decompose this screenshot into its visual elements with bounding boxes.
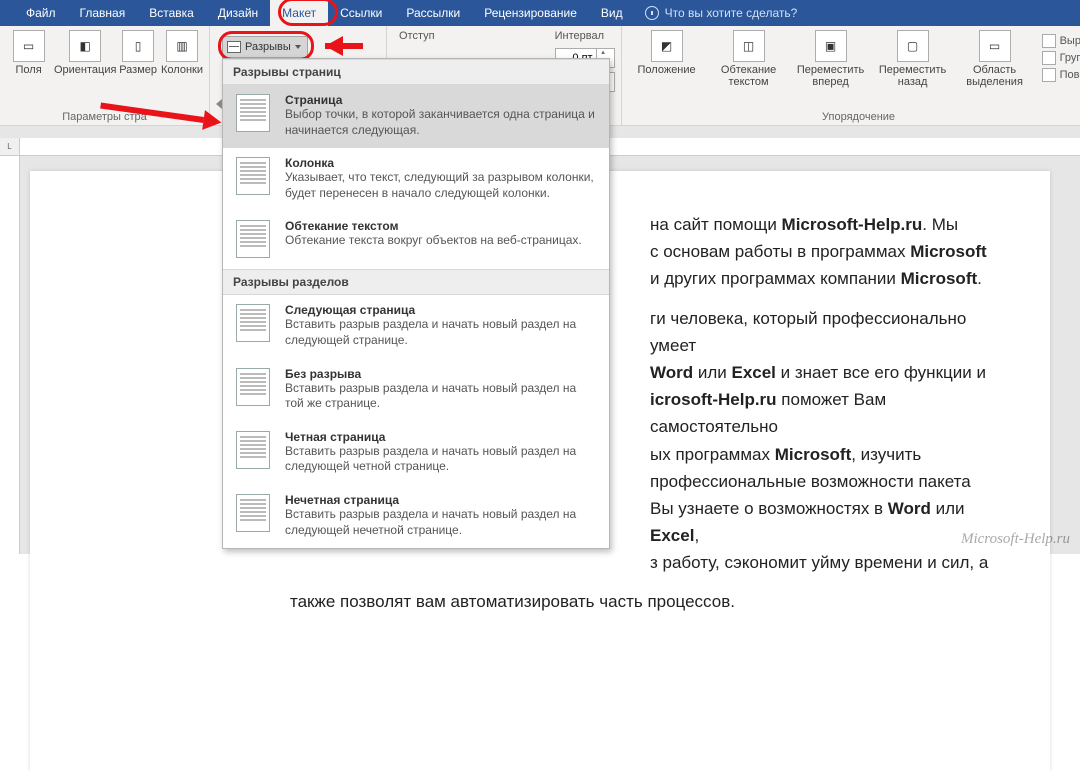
bring-forward-icon: ▣ bbox=[815, 30, 847, 62]
indent-label: Отступ bbox=[399, 30, 435, 42]
arrange-small-buttons: Выр Груп Пове bbox=[1038, 30, 1080, 82]
column-break-icon bbox=[235, 156, 271, 196]
nextpage-break-icon bbox=[235, 303, 271, 343]
tab-mailings[interactable]: Рассылки bbox=[394, 0, 472, 26]
align-icon bbox=[1042, 34, 1056, 48]
selection-icon: ▭ bbox=[979, 30, 1011, 62]
tab-insert[interactable]: Вставка bbox=[137, 0, 206, 26]
break-textwrap-item[interactable]: Обтекание текстом Обтекание текста вокру… bbox=[223, 211, 609, 269]
break-page-item[interactable]: Страница Выбор точки, в которой заканчив… bbox=[223, 85, 609, 148]
orientation-label: Ориентация bbox=[54, 64, 116, 76]
tab-view[interactable]: Вид bbox=[589, 0, 635, 26]
align-button[interactable]: Выр bbox=[1042, 34, 1080, 48]
tell-me-label: Что вы хотите сделать? bbox=[665, 6, 798, 20]
tab-references[interactable]: Ссылки bbox=[328, 0, 394, 26]
size-icon: ▯ bbox=[122, 30, 154, 62]
break-nextpage-item[interactable]: Следующая страница Вставить разрыв разде… bbox=[223, 295, 609, 358]
break-continuous-item[interactable]: Без разрыва Вставить разрыв раздела и на… bbox=[223, 359, 609, 422]
textwrap-break-icon bbox=[235, 219, 271, 259]
tab-design[interactable]: Дизайн bbox=[206, 0, 270, 26]
break-column-title: Колонка bbox=[285, 156, 597, 170]
breaks-icon bbox=[227, 41, 241, 53]
indent-group: Отступ bbox=[399, 30, 435, 44]
break-textwrap-title: Обтекание текстом bbox=[285, 219, 582, 233]
tab-layout[interactable]: Макет bbox=[270, 0, 328, 26]
break-page-desc: Выбор точки, в которой заканчивается одн… bbox=[285, 107, 597, 138]
break-textwrap-desc: Обтекание текста вокруг объектов на веб-… bbox=[285, 233, 582, 249]
columns-label: Колонки bbox=[161, 64, 203, 76]
break-nextpage-desc: Вставить разрыв раздела и начать новый р… bbox=[285, 317, 597, 348]
margins-button[interactable]: ▭ Поля bbox=[6, 30, 51, 76]
tell-me[interactable]: Что вы хотите сделать? bbox=[645, 0, 798, 26]
page-breaks-section: Разрывы страниц bbox=[223, 59, 609, 85]
break-column-desc: Указывает, что текст, следующий за разры… bbox=[285, 170, 597, 201]
break-odd-title: Нечетная страница bbox=[285, 493, 597, 507]
size-label: Размер bbox=[119, 64, 157, 76]
break-even-title: Четная страница bbox=[285, 430, 597, 444]
evenpage-break-icon bbox=[235, 430, 271, 470]
oddpage-break-icon bbox=[235, 493, 271, 533]
orientation-button[interactable]: ◧ Ориентация bbox=[55, 30, 115, 76]
break-column-item[interactable]: Колонка Указывает, что текст, следующий … bbox=[223, 148, 609, 211]
send-backward-button[interactable]: ▢ Переместить назад bbox=[874, 30, 952, 88]
group-icon bbox=[1042, 51, 1056, 65]
bring-forward-label: Переместить вперед bbox=[792, 64, 870, 88]
bring-forward-button[interactable]: ▣ Переместить вперед bbox=[792, 30, 870, 88]
selection-pane-label: Область выделения bbox=[956, 64, 1034, 88]
columns-button[interactable]: ▥ Колонки bbox=[161, 30, 203, 76]
columns-icon: ▥ bbox=[166, 30, 198, 62]
break-continuous-title: Без разрыва bbox=[285, 367, 597, 381]
selection-pane-button[interactable]: ▭ Область выделения bbox=[956, 30, 1034, 88]
margins-label: Поля bbox=[16, 64, 42, 76]
continuous-break-icon bbox=[235, 367, 271, 407]
group-button[interactable]: Груп bbox=[1042, 51, 1080, 65]
size-button[interactable]: ▯ Размер bbox=[119, 30, 157, 76]
section-breaks-section: Разрывы разделов bbox=[223, 269, 609, 295]
tab-file[interactable]: Файл bbox=[14, 0, 68, 26]
break-continuous-desc: Вставить разрыв раздела и начать новый р… bbox=[285, 381, 597, 412]
arrange-group-label: Упорядочение bbox=[628, 110, 1080, 124]
watermark: Microsoft-Help.ru bbox=[961, 531, 1070, 548]
break-nextpage-title: Следующая страница bbox=[285, 303, 597, 317]
orientation-icon: ◧ bbox=[69, 30, 101, 62]
send-backward-icon: ▢ bbox=[897, 30, 929, 62]
rotate-icon bbox=[1042, 68, 1056, 82]
breaks-split-button[interactable]: Разрывы bbox=[222, 36, 308, 58]
break-odd-item[interactable]: Нечетная страница Вставить разрыв раздел… bbox=[223, 485, 609, 548]
ribbon-tabs: Файл Главная Вставка Дизайн Макет Ссылки… bbox=[0, 0, 1080, 26]
pointer-icon bbox=[216, 99, 222, 109]
send-backward-label: Переместить назад bbox=[874, 64, 952, 88]
rotate-button[interactable]: Пове bbox=[1042, 68, 1080, 82]
position-label: Положение bbox=[638, 64, 696, 76]
position-icon: ◩ bbox=[651, 30, 683, 62]
break-page-title: Страница bbox=[285, 93, 597, 107]
wrap-text-label: Обтекание текстом bbox=[710, 64, 788, 88]
spacing-label: Интервал bbox=[555, 30, 615, 42]
page-setup-group-label: Параметры стра bbox=[6, 110, 203, 124]
chevron-down-icon bbox=[295, 45, 301, 49]
breaks-dropdown: Разрывы страниц Страница Выбор точки, в … bbox=[222, 58, 610, 549]
ruler-corner: L bbox=[0, 138, 20, 156]
wrap-text-button[interactable]: ◫ Обтекание текстом bbox=[710, 30, 788, 88]
break-even-item[interactable]: Четная страница Вставить разрыв раздела … bbox=[223, 422, 609, 485]
page-break-icon bbox=[235, 93, 271, 133]
page-icon: ▭ bbox=[13, 30, 45, 62]
lightbulb-icon bbox=[645, 6, 659, 20]
position-button[interactable]: ◩ Положение bbox=[628, 30, 706, 76]
wrap-icon: ◫ bbox=[733, 30, 765, 62]
break-odd-desc: Вставить разрыв раздела и начать новый р… bbox=[285, 507, 597, 538]
tab-review[interactable]: Рецензирование bbox=[472, 0, 589, 26]
break-even-desc: Вставить разрыв раздела и начать новый р… bbox=[285, 444, 597, 475]
breaks-label: Разрывы bbox=[245, 41, 291, 53]
tab-home[interactable]: Главная bbox=[68, 0, 138, 26]
vertical-ruler[interactable] bbox=[0, 156, 20, 554]
